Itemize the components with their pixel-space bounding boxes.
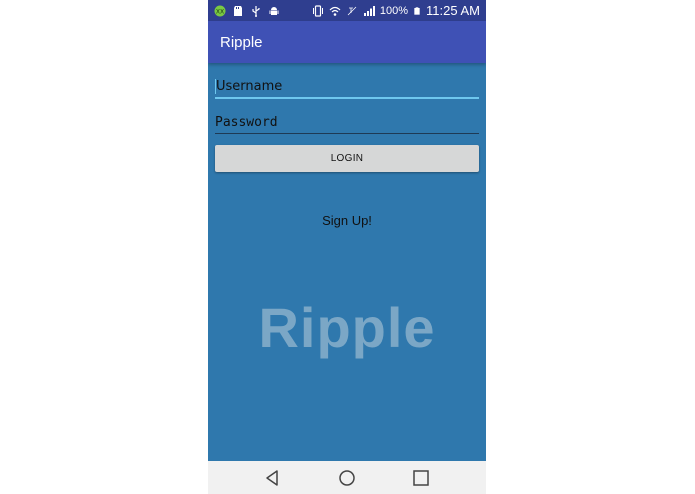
password-placeholder: Password [215, 115, 278, 130]
login-button[interactable]: LOGIN [215, 145, 479, 172]
app-notification-icon: XX [214, 5, 226, 16]
usb-icon [252, 5, 260, 17]
sd-card-icon [234, 5, 242, 16]
battery-icon [414, 6, 420, 15]
navigation-bar [208, 461, 486, 494]
wifi-icon [329, 6, 341, 16]
signal-icon [363, 5, 375, 16]
no-data-icon [347, 6, 357, 15]
signup-link[interactable]: Sign Up! [208, 213, 486, 228]
status-bar: XX 100% 11:25 AM [208, 0, 486, 21]
android-debug-icon [269, 6, 279, 15]
back-icon[interactable] [264, 469, 282, 487]
recents-icon[interactable] [412, 469, 430, 487]
home-icon[interactable] [338, 469, 356, 487]
battery-percentage: 100% [379, 4, 409, 17]
phone-screen: XX 100% 11:25 AM Ripple Username Passwor… [208, 0, 486, 494]
status-clock: 11:25 AM [426, 3, 480, 18]
vibrate-icon [312, 4, 323, 17]
password-field[interactable]: Password [215, 108, 479, 134]
username-field[interactable]: Username [215, 73, 479, 99]
ripple-watermark: Ripple [258, 296, 436, 359]
username-placeholder: Username [216, 79, 283, 94]
app-title: Ripple [220, 33, 263, 51]
app-bar: Ripple [208, 21, 486, 63]
svg-text:XX: XX [216, 8, 224, 15]
